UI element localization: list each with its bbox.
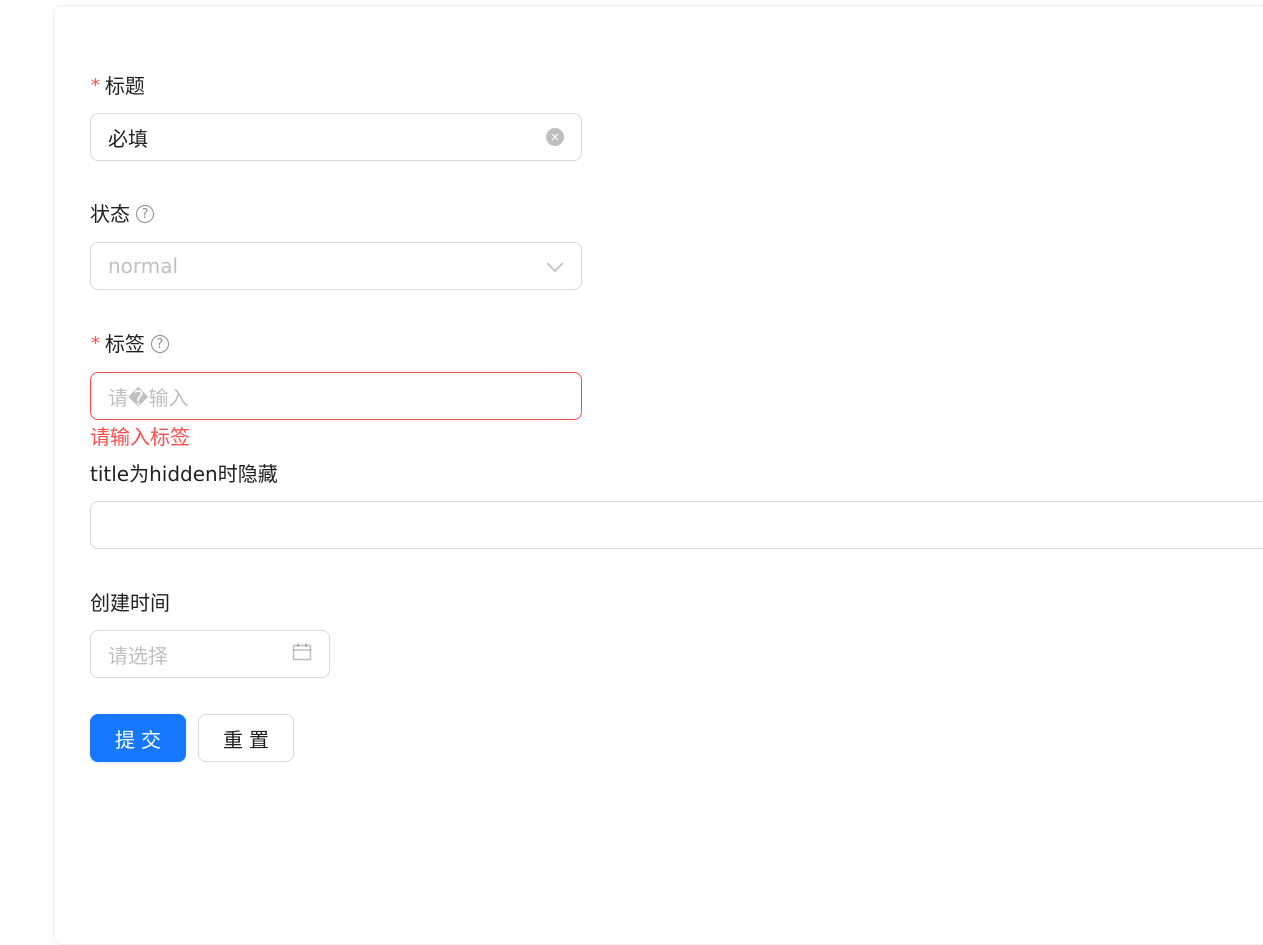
created-time-label-text: 创建时间 [90, 591, 170, 615]
status-select-placeholder: normal [108, 254, 179, 278]
calendar-icon[interactable] [292, 642, 312, 667]
hidden-title-label-text: title为hidden时隐藏 [90, 462, 278, 486]
tags-input-placeholder[interactable]: 请�输入 [108, 382, 564, 411]
status-label-text: 状态 [90, 202, 130, 226]
question-circle-icon[interactable]: ? [136, 205, 154, 223]
hidden-title-input[interactable] [90, 501, 1263, 549]
tags-label: * 标签 ? [90, 332, 169, 356]
status-label: 状态 ? [90, 202, 154, 226]
submit-button[interactable]: 提交 [90, 714, 186, 762]
chevron-down-icon [546, 254, 564, 278]
tags-error-message: 请输入标签 [90, 425, 190, 449]
created-time-placeholder[interactable]: 请选择 [108, 640, 292, 669]
title-input-value[interactable]: 必填 [108, 123, 546, 152]
required-mark: * [90, 333, 101, 354]
created-time-label: 创建时间 [90, 591, 170, 615]
tags-label-text: 标签 [104, 332, 145, 356]
status-select[interactable]: normal [90, 242, 582, 290]
required-mark: * [90, 75, 101, 96]
close-circle-icon[interactable]: ✕ [546, 128, 564, 146]
hidden-title-label: title为hidden时隐藏 [90, 462, 278, 486]
created-time-datepicker[interactable]: 请选择 [90, 630, 330, 678]
tags-input[interactable]: 请�输入 [90, 372, 582, 420]
title-input[interactable]: 必填 ✕ [90, 113, 582, 161]
title-label: * 标题 [90, 74, 145, 98]
reset-button[interactable]: 重置 [198, 714, 294, 762]
question-circle-icon[interactable]: ? [150, 335, 169, 353]
title-label-text: 标题 [104, 74, 145, 98]
